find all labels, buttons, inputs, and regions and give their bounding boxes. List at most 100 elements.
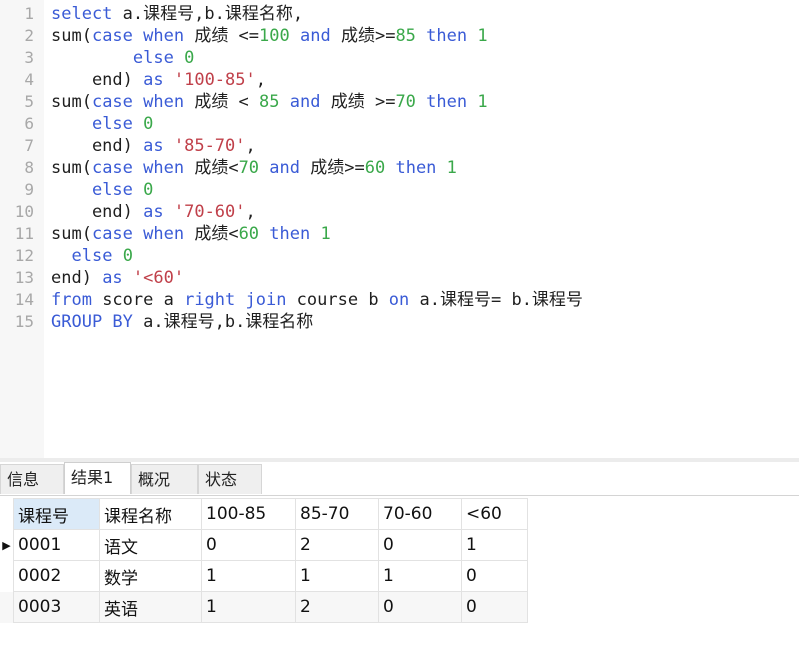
code-token: case when [91, 92, 185, 112]
code-text: sum(case when 成绩<70 and 成绩>=60 then 1 [51, 157, 457, 179]
table-cell[interactable]: 1 [295, 560, 379, 592]
tab-info[interactable]: 信息 [0, 464, 64, 494]
table-cell[interactable]: 1 [461, 529, 528, 561]
table-row[interactable]: ▶ 0001 语文 0 2 0 1 [0, 529, 528, 561]
tab-profile[interactable]: 概况 [131, 464, 198, 494]
code-line[interactable]: 10 end) as '70-60', [0, 201, 799, 223]
tab-status[interactable]: 状态 [198, 464, 262, 494]
table-row[interactable]: 0003 英语 1 2 0 0 [0, 591, 528, 623]
code-line[interactable]: 9 else 0 [0, 179, 799, 201]
code-token: then [426, 26, 468, 46]
code-token: 成绩 < [184, 92, 260, 112]
code-text: end) as '100-85', [51, 69, 266, 91]
code-token: 成绩< [184, 158, 239, 178]
table-cell[interactable]: 数学 [99, 560, 202, 592]
column-header[interactable]: 课程号 [13, 498, 100, 530]
code-token: '70-60' [173, 202, 246, 222]
code-line[interactable]: 15 GROUP BY a.课程号,b.课程名称 [0, 311, 799, 333]
line-number: 15 [14, 312, 34, 331]
code-token: 85 [395, 26, 416, 46]
code-line[interactable]: 6 else 0 [0, 113, 799, 135]
table-cell[interactable]: 0002 [13, 560, 100, 592]
table-cell[interactable]: 1 [378, 560, 462, 592]
table-cell[interactable]: 2 [295, 591, 379, 623]
line-number: 11 [14, 224, 34, 243]
code-area[interactable]: 1 select a.课程号,b.课程名称, 2 sum(case when 成绩 <… [0, 3, 799, 333]
column-header[interactable]: 70-60 [378, 498, 462, 530]
line-number: 7 [24, 136, 34, 155]
table-cell[interactable]: 1 [201, 560, 296, 592]
table-cell[interactable]: 0 [378, 591, 462, 623]
code-token: a.课程号= b.课程号 [409, 290, 583, 310]
column-header[interactable]: 课程名称 [99, 498, 202, 530]
code-token: end) [51, 136, 144, 156]
code-line[interactable]: 11 sum(case when 成绩<60 then 1 [0, 223, 799, 245]
code-line[interactable]: 12 else 0 [0, 245, 799, 267]
code-token: 0 [122, 246, 133, 266]
code-line[interactable]: 2 sum(case when 成绩 <=100 and 成绩>=85 then … [0, 25, 799, 47]
code-token: a.课程号,b.课程名称, [112, 4, 304, 24]
code-token: 85 [259, 92, 280, 112]
code-token: case when [91, 26, 185, 46]
code-token: 成绩>= [300, 158, 365, 178]
sql-editor[interactable]: 1 select a.课程号,b.课程名称, 2 sum(case when 成绩 <… [0, 0, 799, 458]
table-cell[interactable]: 0 [201, 529, 296, 561]
code-text: sum(case when 成绩 <=100 and 成绩>=85 then 1 [51, 25, 488, 47]
code-token: end) [51, 268, 103, 288]
code-text: else 0 [51, 179, 153, 201]
code-line[interactable]: 3 else 0 [0, 47, 799, 69]
code-text: end) as '<60' [51, 267, 184, 289]
table-cell[interactable]: 语文 [99, 529, 202, 561]
table-cell[interactable]: 1 [201, 591, 296, 623]
code-token: as [143, 70, 164, 90]
table-cell[interactable]: 2 [295, 529, 379, 561]
line-number: 13 [14, 268, 34, 287]
table-cell[interactable]: 0 [378, 529, 462, 561]
code-line[interactable]: 7 end) as '85-70', [0, 135, 799, 157]
line-number: 3 [24, 48, 34, 67]
table-cell[interactable]: 0003 [13, 591, 100, 623]
code-token: sum( [51, 224, 92, 244]
code-text: else 0 [51, 47, 194, 69]
code-token: sum( [51, 26, 92, 46]
table-cell[interactable]: 0 [461, 591, 528, 623]
table-cell[interactable]: 英语 [99, 591, 202, 623]
code-token: 70 [238, 158, 260, 178]
code-token: a.课程号,b.课程名称 [132, 312, 314, 332]
code-token: 1 [477, 26, 488, 46]
table-cell[interactable]: 0001 [13, 529, 100, 561]
code-line[interactable]: 8 sum(case when 成绩<70 and 成绩>=60 then 1 [0, 157, 799, 179]
column-header[interactable]: 85-70 [295, 498, 379, 530]
table-cell[interactable]: 0 [461, 560, 528, 592]
result-grid[interactable]: 课程号 课程名称 100-85 85-70 70-60 <60 ▶ 0001 语… [0, 498, 528, 623]
code-token: '85-70' [173, 136, 246, 156]
code-text: sum(case when 成绩<60 then 1 [51, 223, 331, 245]
column-header[interactable]: 100-85 [201, 498, 296, 530]
code-token: '<60' [132, 268, 185, 288]
code-line[interactable]: 4 end) as '100-85', [0, 69, 799, 91]
code-line[interactable]: 13 end) as '<60' [0, 267, 799, 289]
code-token: end) [51, 70, 144, 90]
code-line[interactable]: 5 sum(case when 成绩 < 85 and 成绩 >=70 then … [0, 91, 799, 113]
code-line[interactable]: 14 from score a right join course b on a.… [0, 289, 799, 311]
code-token: 1 [320, 224, 331, 244]
code-token: as [102, 268, 123, 288]
code-token: sum( [51, 158, 92, 178]
column-header[interactable]: <60 [461, 498, 528, 530]
code-token: then [426, 92, 468, 112]
code-line[interactable]: 1 select a.课程号,b.课程名称, [0, 3, 799, 25]
line-number: 14 [14, 290, 34, 309]
line-number: 12 [14, 246, 34, 265]
table-row[interactable]: 0002 数学 1 1 1 0 [0, 560, 528, 592]
tab-result1[interactable]: 结果1 [64, 462, 131, 494]
code-token: course b [286, 290, 389, 310]
